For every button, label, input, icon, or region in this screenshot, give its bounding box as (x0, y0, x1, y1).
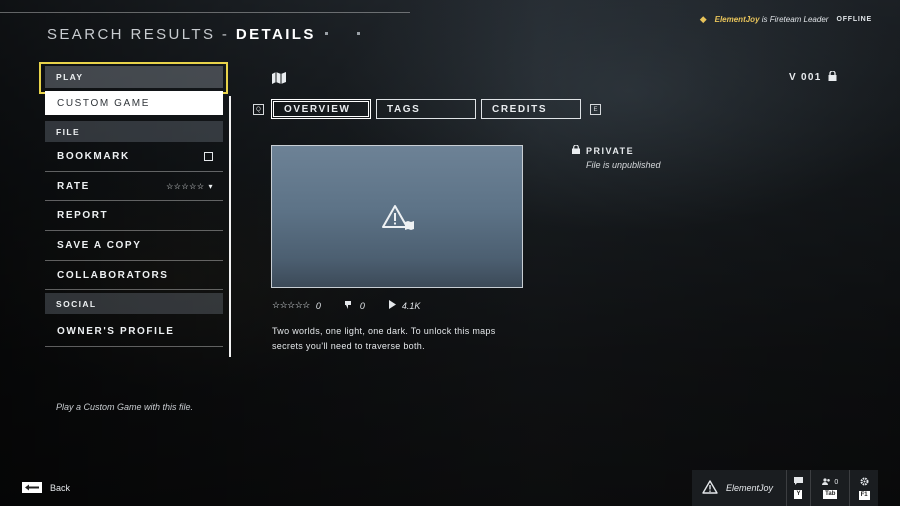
settings-button[interactable]: F1 (850, 470, 878, 506)
map-thumbnail (271, 145, 523, 288)
warning-icon (702, 480, 718, 496)
bookmark-button[interactable]: BOOKMARK (45, 142, 223, 172)
lock-icon (572, 144, 580, 156)
connection-status: OFFLINE (836, 16, 872, 23)
likes-count: 0 (359, 300, 365, 311)
fireteam-info: 0 (822, 477, 839, 487)
fireteam-icon (822, 477, 831, 487)
gear-icon (860, 477, 869, 488)
report-label: REPORT (57, 210, 109, 222)
collaborators-button[interactable]: COLLABORATORS (45, 261, 223, 291)
plays-stat: 4.1K (388, 300, 421, 311)
fireteam-button[interactable]: 0 Tab (811, 470, 851, 506)
play-icon (388, 300, 396, 311)
lock-icon (828, 70, 837, 84)
warning-icon (382, 204, 416, 237)
chevron-down-icon: ▾ (208, 181, 213, 191)
title-main: DETAILS (235, 26, 316, 43)
action-hint: Play a Custom Game with this file. (56, 402, 194, 412)
save-copy-button[interactable]: SAVE A COPY (45, 231, 223, 261)
tab-credits-label: CREDITS (492, 103, 548, 115)
file-section-label: FILE (56, 126, 81, 137)
privacy-info: PRIVATE File is unpublished (572, 144, 661, 170)
map-icon (272, 71, 286, 89)
plays-count: 4.1K (401, 300, 421, 311)
back-arrow-icon (22, 482, 42, 493)
rate-button[interactable]: RATE ☆☆☆☆☆ ▾ (45, 172, 223, 202)
back-label: Back (50, 482, 71, 493)
menu-scrollbar[interactable] (229, 96, 231, 354)
file-section-header: FILE (45, 121, 223, 142)
tab-overview-label: OVERVIEW (284, 103, 351, 115)
play-section-label: PLAY (56, 72, 84, 82)
social-dock: ElementJoy Y 0 Tab F1 (692, 470, 878, 506)
rate-stars: ☆☆☆☆☆ (166, 181, 205, 191)
rating-count: 0 (315, 300, 321, 311)
play-section-header: PLAY (45, 66, 223, 88)
report-button[interactable]: REPORT (45, 201, 223, 232)
dock-user[interactable]: ElementJoy (692, 470, 787, 506)
tab-prev-key[interactable]: Q (253, 104, 264, 115)
action-menu: PLAY CUSTOM GAME FILE BOOKMARK RATE ☆☆☆☆… (45, 66, 223, 348)
dock-user-name: ElementJoy (726, 483, 774, 493)
leader-name: ElementJoy (714, 15, 760, 24)
tab-overview[interactable]: OVERVIEW (271, 99, 371, 119)
rating-stars: ☆☆☆☆☆ (272, 300, 310, 310)
likes-stat: 0 (344, 300, 365, 311)
rate-label: RATE (57, 180, 90, 192)
tab-credits[interactable]: CREDITS (481, 99, 581, 119)
privacy-heading: PRIVATE (572, 144, 661, 156)
fireteam-count: 0 (834, 478, 839, 486)
header-divider (0, 12, 410, 13)
leader-suffix: is Fireteam Leader (761, 15, 829, 24)
version-label: V 001 (789, 70, 837, 84)
scrollbar-end (229, 354, 231, 357)
privacy-subtitle: File is unpublished (586, 160, 661, 170)
owners-profile-label: OWNER'S PROFILE (57, 326, 175, 338)
title-prefix: SEARCH RESULTS - (47, 26, 230, 43)
owners-profile-button[interactable]: OWNER'S PROFILE (45, 317, 223, 348)
chat-button[interactable]: Y (787, 470, 812, 506)
tab-next-key[interactable]: E (590, 104, 601, 115)
settings-key: F1 (858, 490, 870, 500)
bookmark-label: BOOKMARK (57, 150, 130, 162)
custom-game-button[interactable]: CUSTOM GAME (45, 91, 223, 115)
version-text: V 001 (789, 72, 822, 83)
custom-game-label: CUSTOM GAME (57, 97, 150, 109)
fireteam-key: Tab (823, 489, 838, 499)
save-copy-label: SAVE A COPY (57, 239, 142, 251)
page-title: SEARCH RESULTS - DETAILS (47, 26, 316, 43)
back-button[interactable]: Back (22, 482, 70, 493)
leader-icon: ◆ (699, 14, 707, 24)
like-icon (344, 300, 354, 311)
tab-tags[interactable]: TAGS (376, 99, 476, 119)
chat-icon (793, 477, 803, 487)
social-section-label: SOCIAL (56, 298, 97, 309)
bookmark-checkbox[interactable] (204, 151, 213, 161)
collaborators-label: COLLABORATORS (57, 269, 169, 281)
file-description: Two worlds, one light, one dark. To unlo… (272, 326, 496, 351)
social-section-header: SOCIAL (45, 293, 223, 315)
rate-selector[interactable]: ☆☆☆☆☆ ▾ (166, 182, 213, 191)
file-stats: ☆☆☆☆☆ 0 0 4.1K (272, 300, 420, 311)
chat-key: Y (794, 490, 803, 499)
indicator-dot (325, 32, 328, 35)
leader-text: ElementJoy is Fireteam Leader (715, 15, 829, 24)
tab-tags-label: TAGS (387, 103, 421, 115)
fireteam-status: ◆ ElementJoy is Fireteam Leader OFFLINE (700, 14, 872, 25)
indicator-dot (357, 32, 360, 35)
privacy-title: PRIVATE (586, 145, 635, 156)
rating-stat: ☆☆☆☆☆ 0 (272, 300, 321, 311)
